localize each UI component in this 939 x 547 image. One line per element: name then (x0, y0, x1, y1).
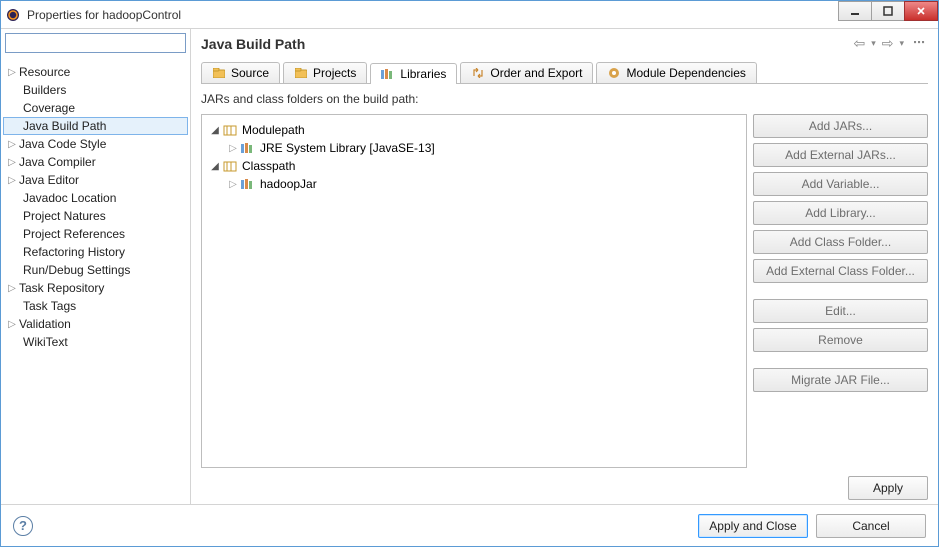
migrate-jar-button[interactable]: Migrate JAR File... (753, 368, 928, 392)
close-button[interactable] (904, 1, 938, 21)
sidebar-item-task-tags[interactable]: Task Tags (3, 297, 188, 315)
tree-node-modulepath[interactable]: ◢ Modulepath (206, 121, 742, 139)
sidebar-item-project-natures[interactable]: Project Natures (3, 207, 188, 225)
button-column: Add JARs... Add External JARs... Add Var… (753, 114, 928, 468)
content-pane: Java Build Path ⇦▾ ⇨▾ ⠇ Source Projects … (191, 29, 938, 504)
tree-node-jre[interactable]: ▷ JRE System Library [JavaSE-13] (206, 139, 742, 157)
sidebar-item-javadoc-location[interactable]: Javadoc Location (3, 189, 188, 207)
tab-libraries[interactable]: Libraries (370, 63, 457, 84)
sidebar: ▷Resource Builders Coverage Java Build P… (1, 29, 191, 504)
tree-label: Modulepath (242, 123, 305, 137)
tab-label: Source (231, 66, 269, 80)
tab-label: Projects (313, 66, 356, 80)
add-library-button[interactable]: Add Library... (753, 201, 928, 225)
projects-icon (294, 66, 308, 80)
tab-row: Source Projects Libraries Order and Expo… (201, 60, 928, 84)
add-variable-button[interactable]: Add Variable... (753, 172, 928, 196)
sidebar-item-label: Javadoc Location (23, 191, 116, 205)
tree-node-hadoopjar[interactable]: ▷ hadoopJar (206, 175, 742, 193)
sidebar-item-java-editor[interactable]: ▷Java Editor (3, 171, 188, 189)
tab-projects[interactable]: Projects (283, 62, 367, 83)
sidebar-item-resource[interactable]: ▷Resource (3, 63, 188, 81)
tab-label: Order and Export (490, 66, 582, 80)
modulepath-icon (222, 124, 238, 136)
library-icon (240, 142, 256, 154)
sidebar-item-label: Task Tags (23, 299, 76, 313)
titlebar: Properties for hadoopControl (1, 1, 938, 29)
maximize-button[interactable] (871, 1, 905, 21)
sidebar-item-java-compiler[interactable]: ▷Java Compiler (3, 153, 188, 171)
dropdown-icon[interactable]: ▾ (869, 38, 878, 49)
sidebar-item-label: Resource (19, 65, 70, 79)
edit-button[interactable]: Edit... (753, 299, 928, 323)
sidebar-item-project-references[interactable]: Project References (3, 225, 188, 243)
minimize-button[interactable] (838, 1, 872, 21)
sidebar-item-refactoring-history[interactable]: Refactoring History (3, 243, 188, 261)
sidebar-item-run-debug-settings[interactable]: Run/Debug Settings (3, 261, 188, 279)
libraries-tree[interactable]: ◢ Modulepath ▷ JRE System Library [JavaS… (201, 114, 747, 468)
tab-source[interactable]: Source (201, 62, 280, 83)
build-path-label: JARs and class folders on the build path… (201, 92, 928, 106)
sidebar-item-java-code-style[interactable]: ▷Java Code Style (3, 135, 188, 153)
library-icon (240, 178, 256, 190)
apply-button[interactable]: Apply (848, 476, 928, 500)
sidebar-item-label: Builders (23, 83, 66, 97)
sidebar-item-label: Refactoring History (23, 245, 125, 259)
tree-label: JRE System Library [JavaSE-13] (260, 141, 435, 155)
sidebar-item-label: WikiText (23, 335, 68, 349)
bottom-bar: ? Apply and Close Cancel (1, 504, 938, 546)
libraries-icon (381, 67, 395, 81)
order-export-icon (471, 66, 485, 80)
menu-icon[interactable]: ⠇ (908, 39, 928, 47)
tab-module-dependencies[interactable]: Module Dependencies (596, 62, 756, 83)
filter-input[interactable] (5, 33, 186, 53)
sidebar-item-wikitext[interactable]: WikiText (3, 333, 188, 351)
eclipse-icon (5, 7, 21, 23)
sidebar-item-label: Java Editor (19, 173, 79, 187)
add-external-jars-button[interactable]: Add External JARs... (753, 143, 928, 167)
sidebar-item-label: Java Build Path (23, 119, 106, 133)
sidebar-item-java-build-path[interactable]: Java Build Path (3, 117, 188, 135)
module-deps-icon (607, 66, 621, 80)
nav-tree: ▷Resource Builders Coverage Java Build P… (1, 57, 190, 357)
help-icon[interactable]: ? (13, 516, 33, 536)
tree-node-classpath[interactable]: ◢ Classpath (206, 157, 742, 175)
sidebar-item-validation[interactable]: ▷Validation (3, 315, 188, 333)
dropdown-icon[interactable]: ▾ (897, 38, 906, 49)
nav-forward-icon[interactable]: ⇨ (880, 35, 896, 52)
remove-button[interactable]: Remove (753, 328, 928, 352)
page-title: Java Build Path (201, 36, 305, 52)
sidebar-item-label: Java Code Style (19, 137, 106, 151)
sidebar-item-label: Run/Debug Settings (23, 263, 130, 277)
tree-label: hadoopJar (260, 177, 317, 191)
sidebar-item-label: Java Compiler (19, 155, 96, 169)
sidebar-item-builders[interactable]: Builders (3, 81, 188, 99)
tab-order-export[interactable]: Order and Export (460, 62, 593, 83)
window-title: Properties for hadoopControl (27, 8, 181, 22)
add-class-folder-button[interactable]: Add Class Folder... (753, 230, 928, 254)
sidebar-item-task-repository[interactable]: ▷Task Repository (3, 279, 188, 297)
nav-back-icon[interactable]: ⇦ (851, 35, 867, 52)
classpath-icon (222, 160, 238, 172)
sidebar-item-label: Coverage (23, 101, 75, 115)
sidebar-item-label: Validation (19, 317, 71, 331)
tab-label: Libraries (400, 67, 446, 81)
filter-box (5, 33, 186, 53)
add-external-class-folder-button[interactable]: Add External Class Folder... (753, 259, 928, 283)
cancel-button[interactable]: Cancel (816, 514, 926, 538)
source-icon (212, 66, 226, 80)
sidebar-item-coverage[interactable]: Coverage (3, 99, 188, 117)
tab-label: Module Dependencies (626, 66, 745, 80)
sidebar-item-label: Project References (23, 227, 125, 241)
sidebar-item-label: Project Natures (23, 209, 106, 223)
add-jars-button[interactable]: Add JARs... (753, 114, 928, 138)
apply-and-close-button[interactable]: Apply and Close (698, 514, 808, 538)
sidebar-item-label: Task Repository (19, 281, 104, 295)
tree-label: Classpath (242, 159, 295, 173)
